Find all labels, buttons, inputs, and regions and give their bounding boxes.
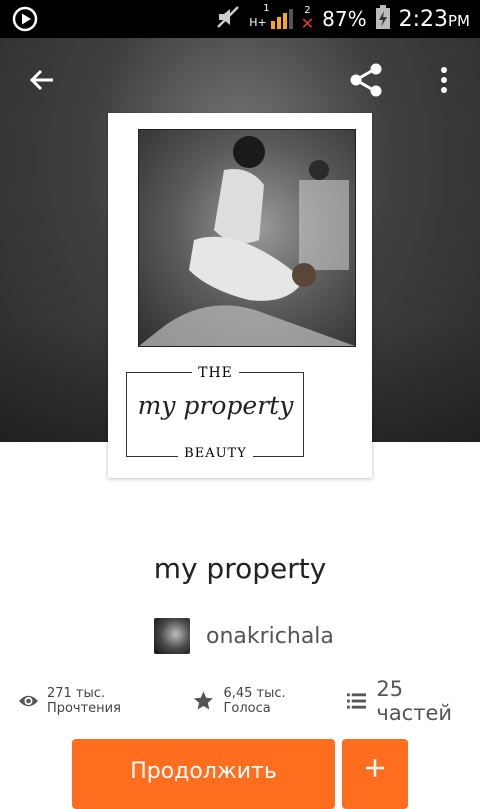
- parts-count[interactable]: 25 частей: [376, 677, 480, 725]
- clock-ampm: PM: [448, 11, 470, 30]
- author-row[interactable]: onakrichala: [154, 618, 334, 654]
- signal-icon: H+ 1: [249, 3, 293, 29]
- cover-beauty-text: BEAUTY: [126, 446, 305, 461]
- share-button[interactable]: [342, 56, 390, 104]
- more-vert-icon: [441, 67, 447, 93]
- play-icon: [12, 6, 38, 32]
- no-signal-icon: 2 ✕: [300, 5, 315, 33]
- author-name[interactable]: onakrichala: [206, 624, 334, 649]
- share-icon: [350, 63, 382, 97]
- add-to-library-button[interactable]: [342, 739, 408, 809]
- cover-photo: [138, 129, 356, 347]
- clock-time: 2:23: [398, 6, 448, 32]
- cover-the-label: THE: [192, 365, 239, 381]
- back-button[interactable]: [18, 56, 66, 104]
- eye-icon: [18, 695, 38, 707]
- battery-icon: [375, 4, 391, 34]
- continue-label: Продолжить: [130, 759, 277, 784]
- mute-icon: [215, 4, 241, 34]
- more-options-button[interactable]: [420, 56, 468, 104]
- votes-count: 6,45 тыс. Голоса: [223, 686, 286, 716]
- parts-stat[interactable]: 25 частей: [347, 677, 480, 725]
- book-cover[interactable]: THE my property BEAUTY: [108, 113, 372, 478]
- votes-stat: 6,45 тыс. Голоса: [193, 686, 332, 716]
- sim1-label: 1: [263, 3, 270, 14]
- cover-beauty-label: BEAUTY: [178, 446, 253, 461]
- network-type: H+: [249, 16, 267, 29]
- battery-percent: 87%: [322, 7, 367, 31]
- plus-icon: [366, 759, 384, 777]
- cover-the-text: THE: [126, 365, 305, 381]
- status-bar: H+ 1 2 ✕ 87% 2:23PM: [0, 0, 480, 38]
- author-avatar[interactable]: [154, 618, 190, 654]
- story-title: my property: [153, 552, 327, 585]
- story-stats: 271 тыс. Прочтения 6,45 тыс. Голоса 25 ч…: [18, 677, 480, 725]
- back-arrow-icon: [29, 69, 53, 91]
- cover-script-title: my property: [137, 391, 294, 420]
- star-icon: [193, 691, 213, 710]
- reads-stat: 271 тыс. Прочтения: [18, 686, 177, 716]
- list-icon: [347, 693, 367, 709]
- reads-count: 271 тыс. Прочтения: [46, 686, 121, 716]
- continue-reading-button[interactable]: Продолжить: [72, 739, 335, 809]
- clock: 2:23PM: [399, 7, 470, 32]
